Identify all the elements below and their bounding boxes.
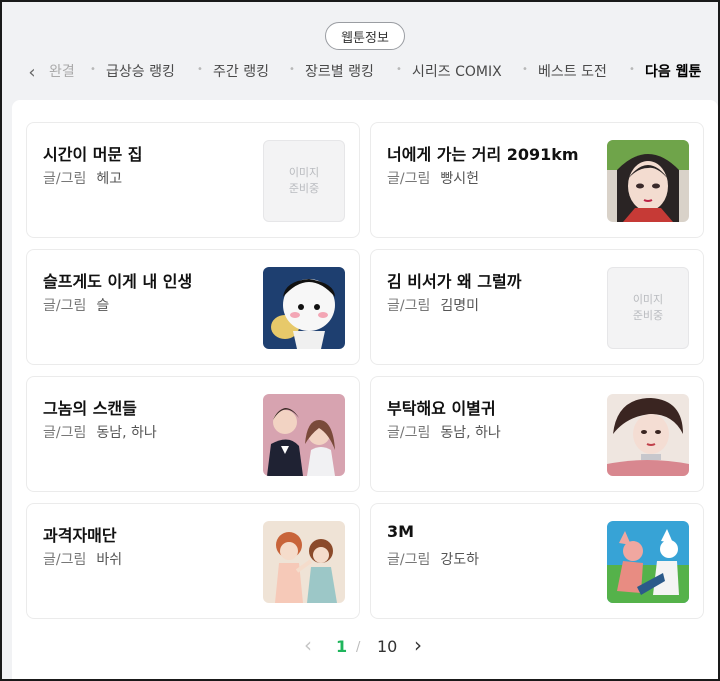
card-title[interactable]: 시간이 머문 집 xyxy=(43,141,142,165)
card-meta: 글/그림 김명미 xyxy=(387,295,479,315)
card-title[interactable]: 너에게 가는 거리 2091km xyxy=(387,141,579,165)
thumbnail-illustration xyxy=(607,521,689,603)
card-meta: 글/그림 빵시헌 xyxy=(387,168,479,188)
card-meta: 글/그림 동남, 하나 xyxy=(43,422,157,442)
webtoon-card[interactable]: 그놈의 스캔들 글/그림 동남, 하나 xyxy=(26,376,360,492)
webtoon-info-badge[interactable]: 웹툰정보 xyxy=(325,22,405,50)
card-title[interactable]: 부탁해요 이별귀 xyxy=(387,395,496,419)
card-author[interactable]: 슬 xyxy=(96,298,109,314)
meta-label: 글/그림 xyxy=(387,425,431,441)
nav-separator-dot: • xyxy=(522,64,528,75)
card-meta: 글/그림 동남, 하나 xyxy=(387,422,501,442)
webtoon-card[interactable]: 김 비서가 왜 그럴까 글/그림 김명미 이미지준비중 xyxy=(370,249,704,365)
nav-item-best-challenge[interactable]: 베스트 도전 xyxy=(538,61,607,81)
nav-separator-dot: • xyxy=(396,64,402,75)
meta-label: 글/그림 xyxy=(43,552,87,568)
content-panel: 시간이 머문 집 글/그림 헤고 이미지 준비중 너에게 가는 거리 2091km … xyxy=(12,100,718,679)
card-author[interactable]: 헤고 xyxy=(96,171,122,187)
thumbnail-illustration xyxy=(263,267,345,349)
thumbnail-illustration xyxy=(263,394,345,476)
nav-separator-dot: • xyxy=(289,64,295,75)
webtoon-card[interactable]: 너에게 가는 거리 2091km 글/그림 빵시헌 xyxy=(370,122,704,238)
card-title[interactable]: 김 비서가 왜 그럴까 xyxy=(387,268,521,292)
card-meta: 글/그림 강도하 xyxy=(387,549,479,569)
webtoon-card[interactable]: 부탁해요 이별귀 글/그림 동남, 하나 xyxy=(370,376,704,492)
placeholder-line: 준비중 xyxy=(288,182,320,195)
card-title[interactable]: 그놈의 스캔들 xyxy=(43,395,137,419)
card-meta: 글/그림 헤고 xyxy=(43,168,122,188)
next-page-icon[interactable]: › xyxy=(414,633,422,657)
card-title[interactable]: 3M xyxy=(387,522,414,541)
webtoon-card[interactable]: 슬프게도 이게 내 인생 글/그림 슬 xyxy=(26,249,360,365)
image-placeholder: 이미지준비중 xyxy=(263,140,345,222)
card-author[interactable]: 강도하 xyxy=(440,552,479,568)
nav-separator-dot: • xyxy=(197,64,203,75)
browser-frame: 웹툰정보 ‹ 완결 • 급상승 랭킹 • 주간 랭킹 • 장르별 랭킹 • 시리… xyxy=(0,0,720,681)
webtoon-card[interactable]: 시간이 머문 집 글/그림 헤고 이미지준비중 xyxy=(26,122,360,238)
meta-label: 글/그림 xyxy=(43,298,87,314)
thumbnail-illustration xyxy=(607,394,689,476)
nav-item-weekly-ranking[interactable]: 주간 랭킹 xyxy=(213,61,269,81)
thumbnail-illustration xyxy=(607,140,689,222)
nav-item-complete[interactable]: 완결 xyxy=(49,61,75,81)
card-author[interactable]: 동남, 하나 xyxy=(440,425,500,441)
placeholder-line: 준비중 xyxy=(632,309,664,322)
thumbnail-image[interactable] xyxy=(607,521,689,603)
card-title[interactable]: 슬프게도 이게 내 인생 xyxy=(43,268,192,292)
placeholder-line: 이미지 xyxy=(288,166,320,180)
card-author[interactable]: 바쉬 xyxy=(96,552,122,568)
image-placeholder: 이미지준비중 xyxy=(607,267,689,349)
card-author[interactable]: 김명미 xyxy=(440,298,479,314)
thumbnail-illustration xyxy=(263,521,345,603)
nav-separator-dot: • xyxy=(90,64,96,75)
nav-item-daum-webtoon[interactable]: 다음 웹툰 xyxy=(645,61,701,81)
meta-label: 글/그림 xyxy=(387,298,431,314)
thumbnail-image[interactable] xyxy=(607,394,689,476)
placeholder-line: 이미지 xyxy=(632,293,664,307)
card-author[interactable]: 빵시헌 xyxy=(440,171,479,187)
meta-label: 글/그림 xyxy=(43,171,87,187)
prev-page-icon[interactable]: ‹ xyxy=(304,633,312,657)
nav-item-genre-ranking[interactable]: 장르별 랭킹 xyxy=(305,61,374,81)
thumbnail-image[interactable] xyxy=(263,394,345,476)
current-page[interactable]: 1 xyxy=(336,637,347,656)
nav-prev-chevron-icon[interactable]: ‹ xyxy=(22,60,42,84)
header: 웹툰정보 ‹ 완결 • 급상승 랭킹 • 주간 랭킹 • 장르별 랭킹 • 시리… xyxy=(2,2,718,100)
meta-label: 글/그림 xyxy=(387,171,431,187)
meta-label: 글/그림 xyxy=(387,552,431,568)
card-meta: 글/그림 슬 xyxy=(43,295,109,315)
thumbnail-image[interactable] xyxy=(607,140,689,222)
card-author[interactable]: 동남, 하나 xyxy=(96,425,156,441)
nav-item-series-comix[interactable]: 시리즈 COMIX xyxy=(412,61,502,81)
thumbnail-image[interactable] xyxy=(263,267,345,349)
page-separator: / xyxy=(356,640,361,655)
nav-separator-dot: • xyxy=(629,64,635,75)
nav-item-rising-ranking[interactable]: 급상승 랭킹 xyxy=(106,61,175,81)
thumbnail-image[interactable] xyxy=(263,521,345,603)
webtoon-card[interactable]: 과격자매단 글/그림 바쉬 xyxy=(26,503,360,619)
card-title[interactable]: 과격자매단 xyxy=(43,522,117,546)
meta-label: 글/그림 xyxy=(43,425,87,441)
webtoon-card[interactable]: 3M 글/그림 강도하 xyxy=(370,503,704,619)
total-pages[interactable]: 10 xyxy=(377,637,397,656)
card-meta: 글/그림 바쉬 xyxy=(43,549,122,569)
